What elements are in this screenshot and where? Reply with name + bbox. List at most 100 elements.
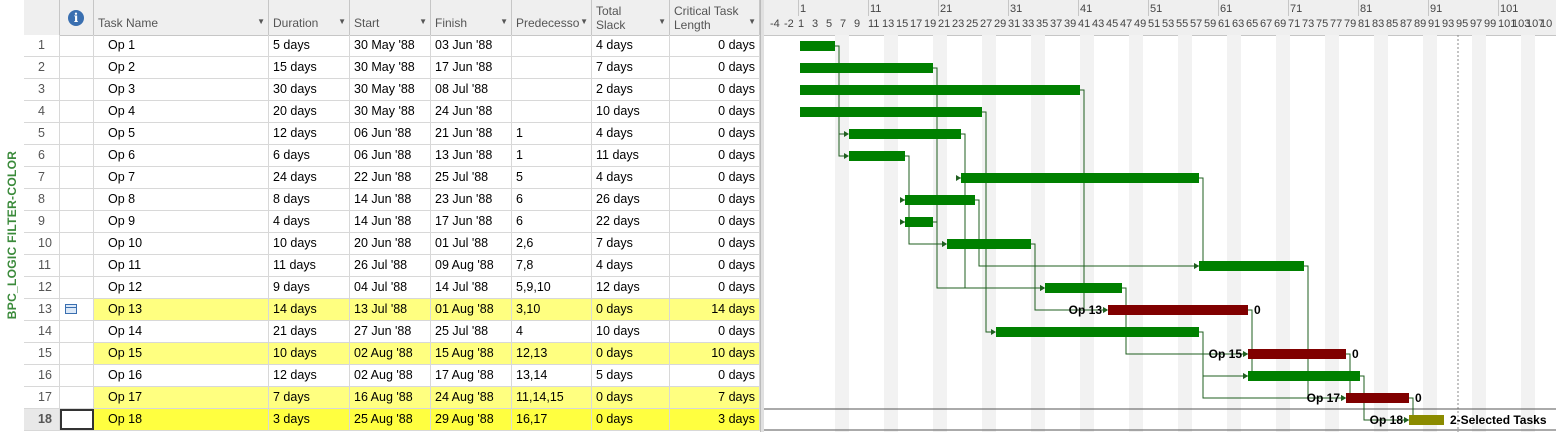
start-cell[interactable]: 20 Jun '88 bbox=[350, 233, 431, 254]
critical-length-cell[interactable]: 0 days bbox=[670, 365, 760, 386]
row-number[interactable]: 11 bbox=[24, 255, 60, 276]
row-number[interactable]: 6 bbox=[24, 145, 60, 166]
total-slack-cell[interactable]: 5 days bbox=[592, 365, 670, 386]
indicator-cell[interactable] bbox=[60, 167, 94, 188]
predecessors-cell[interactable] bbox=[512, 57, 592, 78]
predecessors-cell[interactable] bbox=[512, 35, 592, 56]
predecessors-cell[interactable]: 12,13 bbox=[512, 343, 592, 364]
critical-length-cell[interactable]: 0 days bbox=[670, 277, 760, 298]
task-name-cell[interactable]: Op 2 bbox=[94, 57, 269, 78]
start-cell[interactable]: 30 May '88 bbox=[350, 79, 431, 100]
indicator-cell[interactable] bbox=[60, 409, 94, 430]
start-cell[interactable]: 06 Jun '88 bbox=[350, 145, 431, 166]
dropdown-arrow-icon[interactable]: ▼ bbox=[580, 15, 588, 29]
total-slack-header[interactable]: Total Slack ▼ bbox=[592, 0, 670, 35]
critical-length-cell[interactable]: 3 days bbox=[670, 409, 760, 430]
dropdown-arrow-icon[interactable]: ▼ bbox=[257, 15, 265, 29]
task-name-cell[interactable]: Op 6 bbox=[94, 145, 269, 166]
table-row[interactable]: 11 Op 11 11 days 26 Jul '88 09 Aug '88 7,8 4 d… bbox=[24, 255, 760, 277]
start-cell[interactable]: 02 Aug '88 bbox=[350, 365, 431, 386]
indicator-cell[interactable] bbox=[60, 277, 94, 298]
duration-cell[interactable]: 24 days bbox=[269, 167, 350, 188]
task-name-cell[interactable]: Op 1 bbox=[94, 35, 269, 56]
table-row[interactable]: 5 Op 5 12 days 06 Jun '88 21 Jun '88 1 4 days 0… bbox=[24, 123, 760, 145]
dropdown-arrow-icon[interactable]: ▼ bbox=[338, 15, 346, 29]
start-cell[interactable]: 02 Aug '88 bbox=[350, 343, 431, 364]
duration-cell[interactable]: 8 days bbox=[269, 189, 350, 210]
dropdown-arrow-icon[interactable]: ▼ bbox=[419, 15, 427, 29]
start-cell[interactable]: 13 Jul '88 bbox=[350, 299, 431, 320]
duration-cell[interactable]: 4 days bbox=[269, 211, 350, 232]
predecessors-cell[interactable]: 1 bbox=[512, 145, 592, 166]
task-name-cell[interactable]: Op 8 bbox=[94, 189, 269, 210]
indicator-cell[interactable] bbox=[60, 101, 94, 122]
total-slack-cell[interactable]: 4 days bbox=[592, 35, 670, 56]
critical-length-cell[interactable]: 0 days bbox=[670, 321, 760, 342]
table-row[interactable]: 17 Op 17 7 days 16 Aug '88 24 Aug '88 11,14,1… bbox=[24, 387, 760, 409]
duration-cell[interactable]: 12 days bbox=[269, 365, 350, 386]
row-number[interactable]: 15 bbox=[24, 343, 60, 364]
total-slack-cell[interactable]: 12 days bbox=[592, 277, 670, 298]
finish-cell[interactable]: 25 Jul '88 bbox=[431, 321, 512, 342]
task-name-cell[interactable]: Op 12 bbox=[94, 277, 269, 298]
critical-length-cell[interactable]: 14 days bbox=[670, 299, 760, 320]
finish-cell[interactable]: 01 Jul '88 bbox=[431, 233, 512, 254]
task-name-cell[interactable]: Op 18 bbox=[94, 409, 269, 430]
total-slack-cell[interactable]: 0 days bbox=[592, 387, 670, 408]
start-cell[interactable]: 27 Jun '88 bbox=[350, 321, 431, 342]
total-slack-cell[interactable]: 10 days bbox=[592, 101, 670, 122]
total-slack-cell[interactable]: 0 days bbox=[592, 343, 670, 364]
critical-length-cell[interactable]: 0 days bbox=[670, 189, 760, 210]
table-row[interactable]: 12 Op 12 9 days 04 Jul '88 14 Jul '88 5,9,10 1… bbox=[24, 277, 760, 299]
critical-length-cell[interactable]: 0 days bbox=[670, 35, 760, 56]
total-slack-cell[interactable]: 0 days bbox=[592, 409, 670, 430]
dropdown-arrow-icon[interactable]: ▼ bbox=[500, 15, 508, 29]
indicator-cell[interactable] bbox=[60, 255, 94, 276]
duration-cell[interactable]: 10 days bbox=[269, 343, 350, 364]
finish-cell[interactable]: 17 Aug '88 bbox=[431, 365, 512, 386]
task-name-cell[interactable]: Op 11 bbox=[94, 255, 269, 276]
row-number[interactable]: 9 bbox=[24, 211, 60, 232]
predecessors-cell[interactable]: 1 bbox=[512, 123, 592, 144]
start-cell[interactable]: 14 Jun '88 bbox=[350, 211, 431, 232]
indicator-cell[interactable] bbox=[60, 189, 94, 210]
task-name-cell[interactable]: Op 16 bbox=[94, 365, 269, 386]
select-all-corner[interactable] bbox=[24, 0, 60, 35]
duration-cell[interactable]: 9 days bbox=[269, 277, 350, 298]
start-cell[interactable]: 25 Aug '88 bbox=[350, 409, 431, 430]
row-number[interactable]: 7 bbox=[24, 167, 60, 188]
predecessors-cell[interactable] bbox=[512, 79, 592, 100]
row-number[interactable]: 17 bbox=[24, 387, 60, 408]
start-cell[interactable]: 26 Jul '88 bbox=[350, 255, 431, 276]
task-name-cell[interactable]: Op 14 bbox=[94, 321, 269, 342]
indicator-cell[interactable] bbox=[60, 211, 94, 232]
indicator-cell[interactable] bbox=[60, 365, 94, 386]
duration-cell[interactable]: 6 days bbox=[269, 145, 350, 166]
finish-cell[interactable]: 14 Jul '88 bbox=[431, 277, 512, 298]
predecessors-cell[interactable]: 4 bbox=[512, 321, 592, 342]
indicator-cell[interactable] bbox=[60, 145, 94, 166]
indicator-cell[interactable] bbox=[60, 387, 94, 408]
finish-cell[interactable]: 25 Jul '88 bbox=[431, 167, 512, 188]
table-row[interactable]: 6 Op 66 days 06 Jun '88 13 Jun '88 1 11 days 0… bbox=[24, 145, 760, 167]
row-number[interactable]: 10 bbox=[24, 233, 60, 254]
predecessors-cell[interactable]: 7,8 bbox=[512, 255, 592, 276]
task-name-cell[interactable]: Op 13 bbox=[94, 299, 269, 320]
finish-cell[interactable]: 17 Jun '88 bbox=[431, 211, 512, 232]
critical-length-cell[interactable]: 0 days bbox=[670, 57, 760, 78]
finish-cell[interactable]: 24 Jun '88 bbox=[431, 101, 512, 122]
start-cell[interactable]: 06 Jun '88 bbox=[350, 123, 431, 144]
total-slack-cell[interactable]: 2 days bbox=[592, 79, 670, 100]
row-number[interactable]: 8 bbox=[24, 189, 60, 210]
start-cell[interactable]: 14 Jun '88 bbox=[350, 189, 431, 210]
predecessors-header[interactable]: Predecesso ▼ bbox=[512, 0, 592, 35]
row-number[interactable]: 13 bbox=[24, 299, 60, 320]
table-row[interactable]: 3 Op 3 30 days 30 May '88 08 Jul '88 2 days 0 … bbox=[24, 79, 760, 101]
task-name-header[interactable]: Task Name ▼ bbox=[94, 0, 269, 35]
task-name-cell[interactable]: Op 9 bbox=[94, 211, 269, 232]
finish-header[interactable]: Finish ▼ bbox=[431, 0, 512, 35]
critical-length-header[interactable]: Critical Task Length ▼ bbox=[670, 0, 760, 35]
critical-length-cell[interactable]: 0 days bbox=[670, 167, 760, 188]
predecessors-cell[interactable] bbox=[512, 101, 592, 122]
total-slack-cell[interactable]: 11 days bbox=[592, 145, 670, 166]
